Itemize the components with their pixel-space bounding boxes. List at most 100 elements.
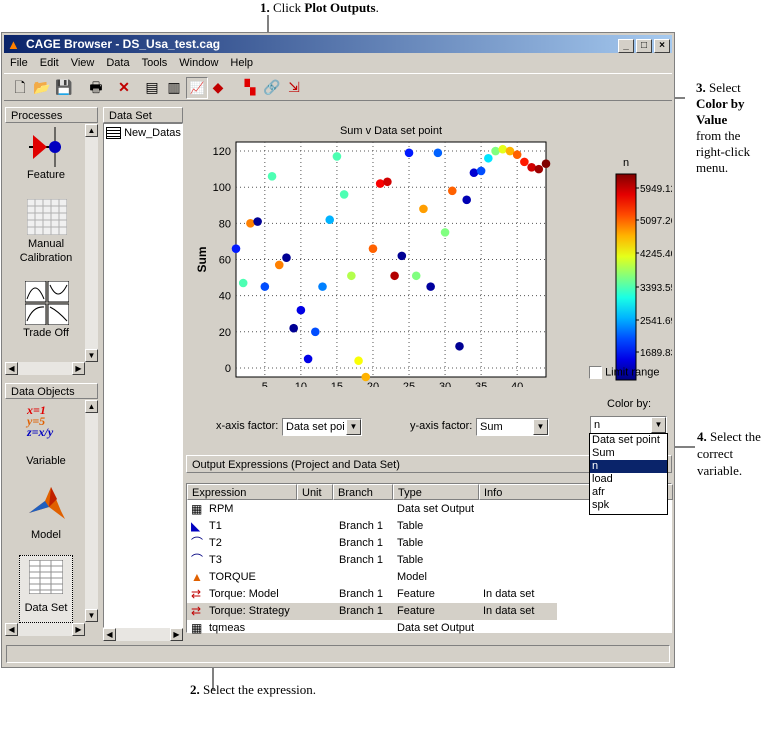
y-factor-label: y-axis factor: bbox=[410, 420, 473, 432]
table-icon bbox=[106, 127, 121, 140]
color-blocks-icon[interactable]: ▚ bbox=[240, 77, 260, 97]
cell-expr: T2 bbox=[209, 537, 222, 549]
menu-data[interactable]: Data bbox=[100, 54, 135, 72]
dataset-hscroll[interactable]: ◀ ▶ bbox=[103, 628, 183, 641]
data-point bbox=[231, 244, 241, 253]
limit-range-checkbox[interactable]: Limit range bbox=[589, 366, 659, 379]
feature-label: Feature bbox=[27, 169, 65, 181]
data-set-item[interactable]: Data Set bbox=[19, 555, 73, 623]
scroll-up-icon[interactable]: ▲ bbox=[85, 400, 98, 413]
save-icon[interactable]: 💾 bbox=[54, 77, 74, 97]
table-row[interactable]: ◣ T1 Branch 1 Table bbox=[187, 518, 671, 535]
x-factor-select[interactable]: Data set poi ▼ bbox=[282, 418, 362, 436]
x-tick-label: 35 bbox=[475, 381, 487, 387]
scroll-right-icon[interactable]: ▶ bbox=[72, 362, 85, 375]
data-objects-hscroll[interactable]: ◀ ▶ bbox=[5, 623, 85, 636]
data-objects-vscroll[interactable]: ▲ ▼ bbox=[85, 400, 98, 622]
data-point bbox=[253, 217, 262, 226]
color-option[interactable]: spk bbox=[590, 499, 667, 512]
color-option[interactable]: Sum bbox=[590, 447, 667, 460]
col-unit[interactable]: Unit bbox=[297, 484, 333, 500]
menu-window[interactable]: Window bbox=[173, 54, 224, 72]
x-tick-label: 5 bbox=[262, 381, 268, 387]
output-rows: ▦ RPM Data set Output ◣ T1 Branch 1 Table ⌒ T2 Br… bbox=[187, 500, 671, 637]
processes-hscroll[interactable]: ◀ ▶ bbox=[5, 362, 85, 375]
colorbar-title: n bbox=[623, 157, 629, 169]
link-icon[interactable]: 🔗 bbox=[262, 77, 282, 97]
menu-edit[interactable]: Edit bbox=[34, 54, 65, 72]
model-item[interactable]: Model bbox=[7, 481, 85, 551]
status-bar bbox=[6, 645, 670, 663]
color-option[interactable]: n bbox=[590, 460, 667, 473]
table-row[interactable]: ▦ tqmeas Data set Output bbox=[187, 620, 671, 637]
dataset-list-title: Data Set bbox=[103, 107, 183, 123]
scroll-up-icon[interactable]: ▲ bbox=[85, 124, 98, 137]
table-row[interactable]: ⇄ Torque: Model Branch 1 Feature In data set bbox=[187, 586, 671, 603]
table-row[interactable]: ⌒ T3 Branch 1 Table bbox=[187, 552, 671, 569]
menu-file[interactable]: File bbox=[4, 54, 34, 72]
color-option[interactable]: load bbox=[590, 473, 667, 486]
data-point bbox=[383, 177, 392, 187]
table-row[interactable]: ⇄ Torque: Strategy Branch 1 Feature In data … bbox=[187, 603, 557, 620]
menu-view[interactable]: View bbox=[65, 54, 101, 72]
table-row[interactable]: ⌒ T2 Branch 1 Table bbox=[187, 535, 671, 552]
dataset-list-item[interactable]: New_Datas bbox=[106, 127, 181, 140]
export-icon[interactable]: ⇲ bbox=[284, 77, 304, 97]
scroll-left-icon[interactable]: ◀ bbox=[103, 628, 116, 641]
table-row[interactable]: ▲ TORQUE Model bbox=[187, 569, 671, 586]
close-button[interactable]: × bbox=[654, 39, 670, 53]
color-option[interactable]: Data set point bbox=[590, 434, 667, 447]
cell-type: Table bbox=[397, 520, 424, 532]
colorbar-tick-label: 5949.12 bbox=[640, 184, 672, 195]
scroll-right-icon[interactable]: ▶ bbox=[72, 623, 85, 636]
new-file-icon[interactable]: 🗋 bbox=[10, 77, 30, 97]
minimize-button[interactable]: _ bbox=[618, 39, 634, 53]
variable-item[interactable]: x=1 y=5 z=x/y Variable bbox=[7, 403, 85, 469]
scroll-right-icon[interactable]: ▶ bbox=[170, 628, 183, 641]
trade-off-item[interactable]: Trade Off bbox=[7, 279, 85, 351]
table-icon: ▦ bbox=[191, 621, 203, 635]
feature-item[interactable]: Feature bbox=[7, 125, 85, 187]
y-factor-select[interactable]: Sum ▼ bbox=[476, 418, 549, 436]
data-point bbox=[397, 251, 407, 261]
data-point bbox=[361, 372, 371, 382]
color-by-dropdown-list: Data set point Sum n load afr spk bbox=[589, 433, 668, 515]
color-by-label: Color by: bbox=[607, 398, 652, 410]
menu-tools[interactable]: Tools bbox=[136, 54, 174, 72]
col-type[interactable]: Type bbox=[393, 484, 479, 500]
y-tick-label: 20 bbox=[219, 327, 231, 339]
trade-off-label: Trade Off bbox=[23, 327, 69, 339]
data-point bbox=[462, 195, 471, 205]
scroll-down-icon[interactable]: ▼ bbox=[85, 349, 98, 362]
scatter-plot[interactable]: 5 10 15 20 25 30 35 40 0 20 40 60 80 100 120 Sum v Data… bbox=[186, 115, 672, 387]
data-point bbox=[491, 146, 500, 156]
maximize-button[interactable]: □ bbox=[636, 39, 652, 53]
data-point bbox=[534, 164, 544, 174]
x-tick-label: 15 bbox=[331, 381, 343, 387]
columns-view-icon[interactable]: ▥ bbox=[164, 77, 184, 97]
color-by-select[interactable]: n ▼ bbox=[590, 416, 667, 434]
scroll-left-icon[interactable]: ◀ bbox=[5, 623, 18, 636]
cell-type: Data set Output bbox=[397, 622, 475, 634]
col-branch[interactable]: Branch bbox=[333, 484, 393, 500]
table-view-icon[interactable]: ▤ bbox=[142, 77, 162, 97]
delete-icon[interactable]: ✕ bbox=[114, 77, 134, 97]
plot-outputs-icon[interactable]: 📈 bbox=[186, 77, 208, 99]
curve-icon: ⌒ bbox=[191, 536, 204, 550]
scroll-down-icon[interactable]: ▼ bbox=[85, 609, 98, 622]
colorbar-tick-label: 5097.26 bbox=[640, 216, 672, 227]
plot-3d-icon[interactable]: ◆ bbox=[208, 77, 228, 97]
open-folder-icon[interactable]: 📂 bbox=[32, 77, 52, 97]
processes-vscroll[interactable]: ▲ ▼ bbox=[85, 124, 98, 362]
x-factor-label: x-axis factor: bbox=[216, 420, 279, 432]
scroll-left-icon[interactable]: ◀ bbox=[5, 362, 18, 375]
color-option[interactable]: afr bbox=[590, 486, 667, 499]
menu-help[interactable]: Help bbox=[224, 54, 259, 72]
cell-info: In data set bbox=[483, 588, 535, 600]
print-icon[interactable]: 🖶 bbox=[86, 77, 106, 97]
matlab-logo-icon: ▲ bbox=[7, 37, 20, 52]
menu-bar: File Edit View Data Tools Window Help bbox=[4, 54, 672, 72]
col-expression[interactable]: Expression bbox=[187, 484, 297, 500]
processes-title: Processes bbox=[5, 107, 98, 123]
manual-calibration-item[interactable]: Manual Calibration bbox=[7, 195, 85, 269]
